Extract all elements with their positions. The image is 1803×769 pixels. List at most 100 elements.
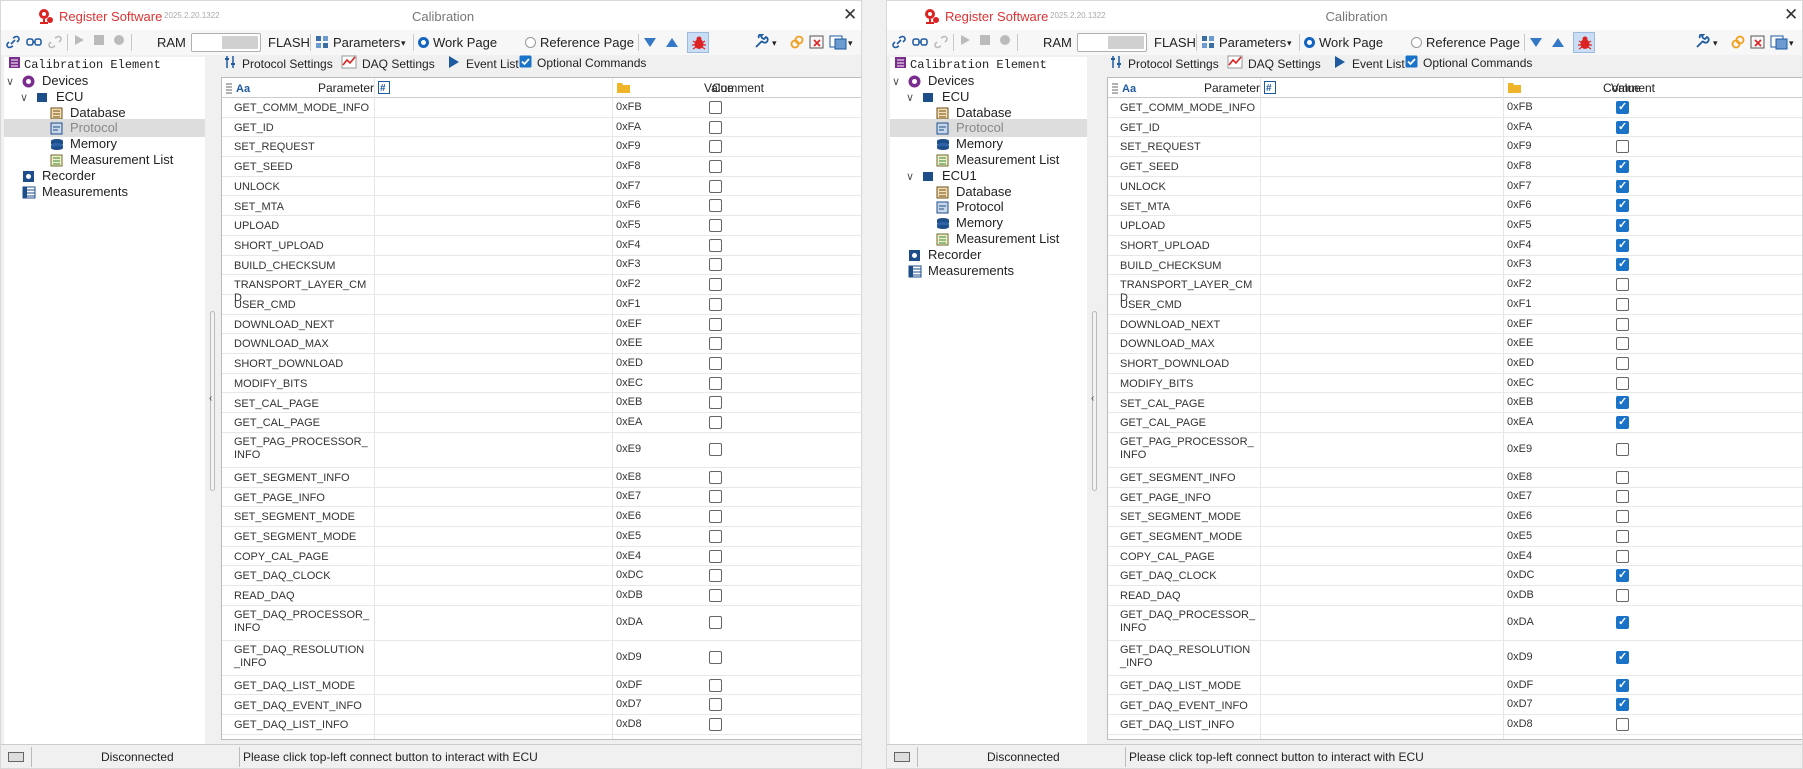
tab-daq-settings[interactable]: DAQ Settings: [1227, 55, 1321, 72]
tab-optional-commands[interactable]: Optional Commands: [519, 55, 646, 71]
disconnect-icon[interactable]: [47, 34, 65, 51]
work-page-radio[interactable]: [418, 37, 429, 48]
table-row[interactable]: GET_DAQ_LIST_INFO 0xD8: [1108, 715, 1802, 735]
value-checkbox[interactable]: [709, 297, 722, 311]
value-checkbox[interactable]: [1616, 549, 1629, 563]
value-checkbox[interactable]: [709, 159, 722, 173]
table-row[interactable]: USER_CMD 0xF1: [222, 295, 861, 315]
value-checkbox[interactable]: [709, 569, 722, 583]
parameters-dropdown[interactable]: Parameters: [333, 35, 400, 50]
plug-icon[interactable]: [912, 34, 930, 51]
page-down-icon[interactable]: [643, 36, 657, 48]
value-checkbox[interactable]: [709, 140, 722, 154]
table-row[interactable]: GET_DAQ_LIST_MODE 0xDF: [1108, 676, 1802, 696]
value-checkbox[interactable]: [1616, 650, 1629, 665]
ram-flash-toggle[interactable]: [191, 33, 261, 52]
settings-wrench-icon[interactable]: [753, 32, 771, 51]
value-checkbox[interactable]: [709, 651, 722, 665]
table-row[interactable]: GET_SEED 0xF8: [222, 157, 861, 177]
table-row[interactable]: DOWNLOAD_NEXT 0xEF: [1108, 315, 1802, 335]
disconnect-icon[interactable]: [933, 34, 951, 51]
record-icon[interactable]: [999, 34, 1017, 51]
value-checkbox[interactable]: [709, 179, 722, 193]
tab-optional-commands[interactable]: Optional Commands: [1405, 55, 1532, 71]
table-row[interactable]: SET_SEGMENT_MODE 0xE6: [1108, 507, 1802, 527]
table-row[interactable]: UNLOCK 0xF7: [1108, 177, 1802, 197]
parameters-dropdown[interactable]: Parameters: [1219, 35, 1286, 50]
record-icon[interactable]: [113, 34, 131, 51]
ram-flash-toggle[interactable]: [1077, 33, 1147, 52]
table-row[interactable]: GET_CAL_PAGE 0xEA: [222, 413, 861, 433]
tree-item-measurements[interactable]: Measurements: [4, 183, 205, 201]
table-row[interactable]: SHORT_UPLOAD 0xF4: [1108, 236, 1802, 256]
table-row[interactable]: GET_PAGE_INFO 0xE7: [1108, 488, 1802, 508]
value-checkbox[interactable]: [1616, 678, 1629, 692]
value-checkbox[interactable]: [709, 678, 722, 692]
table-row[interactable]: GET_PAG_PROCESSOR_INFO 0xE9: [222, 433, 861, 468]
table-row[interactable]: GET_ID 0xFA: [222, 118, 861, 138]
table-row[interactable]: GET_DAQ_CLOCK 0xDC: [1108, 566, 1802, 587]
value-checkbox[interactable]: [709, 698, 722, 712]
table-row[interactable]: GET_DAQ_CLOCK 0xDC: [222, 566, 861, 587]
table-row[interactable]: GET_DAQ_PROCESSOR_INFO 0xDA: [222, 606, 861, 641]
value-checkbox[interactable]: [709, 416, 722, 430]
window-layout-icon[interactable]: [829, 34, 847, 51]
value-checkbox[interactable]: [1616, 100, 1629, 114]
table-row[interactable]: READ_DAQ 0xDB: [1108, 586, 1802, 606]
table-row[interactable]: TRANSPORT_LAYER_CMD 0xF2: [222, 275, 861, 304]
close-button[interactable]: ✕: [1784, 5, 1798, 25]
value-checkbox[interactable]: [1616, 356, 1629, 370]
table-row[interactable]: UPLOAD 0xF5: [222, 216, 861, 236]
link-chain-icon[interactable]: [789, 34, 807, 51]
value-checkbox[interactable]: [709, 529, 722, 543]
chevron-down-icon[interactable]: ∨: [906, 170, 914, 183]
connect-icon[interactable]: [891, 34, 909, 51]
table-row[interactable]: DOWNLOAD_MAX 0xEE: [1108, 334, 1802, 355]
value-checkbox[interactable]: [709, 199, 722, 213]
table-row[interactable]: GET_COMM_MODE_INFO 0xFB: [1108, 98, 1802, 118]
table-row[interactable]: COPY_CAL_PAGE 0xE4: [222, 547, 861, 567]
table-row[interactable]: GET_SEGMENT_MODE 0xE5: [222, 527, 861, 547]
value-checkbox[interactable]: [1616, 443, 1629, 457]
tab-daq-settings[interactable]: DAQ Settings: [341, 55, 435, 72]
table-row[interactable]: SET_MTA 0xF6: [1108, 197, 1802, 217]
table-row[interactable]: GET_DAQ_LIST_MODE 0xDF: [222, 676, 861, 696]
value-checkbox[interactable]: [709, 490, 722, 504]
value-checkbox[interactable]: [1616, 376, 1629, 390]
table-row[interactable]: GET_COMM_MODE_INFO 0xFB: [222, 98, 861, 118]
collapse-arrow-icon[interactable]: ‹: [1091, 393, 1094, 404]
table-row[interactable]: GET_DAQ_EVENT_INFO 0xD7: [1108, 696, 1802, 716]
value-checkbox[interactable]: [709, 470, 722, 484]
value-checkbox[interactable]: [709, 549, 722, 563]
chevron-down-icon[interactable]: ∨: [906, 91, 914, 104]
table-row[interactable]: GET_DAQ_RESOLUTION_INFO 0xD9: [1108, 641, 1802, 676]
collapse-arrow-icon[interactable]: ‹: [209, 393, 212, 404]
table-row[interactable]: GET_DAQ_RESOLUTION_INFO 0xD9: [222, 641, 861, 676]
stop-icon[interactable]: [979, 34, 997, 51]
value-checkbox[interactable]: [709, 443, 722, 457]
table-row[interactable]: SHORT_UPLOAD 0xF4: [222, 236, 861, 256]
table-row[interactable]: TRANSPORT_LAYER_CMD 0xF2: [1108, 275, 1802, 304]
table-row[interactable]: DOWNLOAD_MAX 0xEE: [222, 334, 861, 355]
table-row[interactable]: GET_CAL_PAGE 0xEA: [1108, 413, 1802, 433]
value-checkbox[interactable]: [1616, 140, 1629, 154]
table-row[interactable]: SET_SEGMENT_MODE 0xE6: [222, 507, 861, 527]
table-row[interactable]: GET_SEED 0xF8: [1108, 157, 1802, 177]
window-layout-icon[interactable]: [1770, 34, 1788, 51]
stop-icon[interactable]: [93, 34, 111, 51]
value-checkbox[interactable]: [709, 120, 722, 134]
value-checkbox[interactable]: [709, 100, 722, 114]
debug-button[interactable]: [687, 32, 709, 53]
value-checkbox[interactable]: [1616, 529, 1629, 543]
value-checkbox[interactable]: [709, 258, 722, 272]
table-row[interactable]: SET_REQUEST 0xF9: [222, 137, 861, 158]
table-row[interactable]: SET_CAL_PAGE 0xEB: [222, 394, 861, 414]
table-row[interactable]: GET_DAQ_PROCESSOR_INFO 0xDA: [1108, 606, 1802, 641]
value-checkbox[interactable]: [1616, 697, 1629, 712]
tab-event-list[interactable]: Event List: [447, 55, 519, 72]
page-up-icon[interactable]: [665, 36, 679, 48]
reference-page-radio[interactable]: [525, 37, 536, 48]
value-checkbox[interactable]: [1616, 218, 1629, 233]
value-checkbox[interactable]: [709, 616, 722, 630]
page-down-icon[interactable]: [1529, 36, 1543, 48]
